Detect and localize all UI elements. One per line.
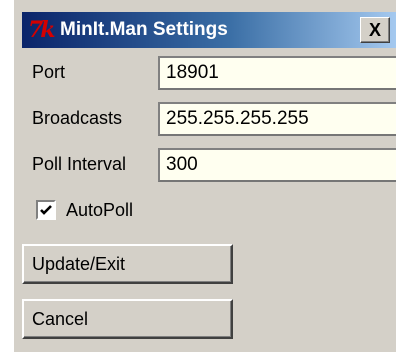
update-exit-button[interactable]: Update/Exit: [22, 244, 233, 284]
autopoll-label: AutoPoll: [66, 200, 134, 220]
autopoll-checkbox[interactable]: [36, 200, 56, 220]
broadcasts-input[interactable]: [158, 102, 396, 136]
broadcasts-label: Broadcasts: [32, 108, 123, 128]
settings-dialog: 7k MinIt.Man Settings X Port Broadcasts …: [12, 0, 396, 352]
cancel-button[interactable]: Cancel: [22, 299, 233, 339]
port-input[interactable]: [158, 56, 396, 90]
title-bar[interactable]: 7k MinIt.Man Settings X: [22, 12, 396, 48]
close-button[interactable]: X: [360, 17, 390, 43]
port-label: Port: [32, 62, 66, 82]
window-title: MinIt.Man Settings: [60, 19, 228, 40]
poll-interval-input[interactable]: [158, 148, 396, 182]
checkmark-icon: [40, 205, 52, 215]
tk-logo-icon: 7k: [28, 17, 56, 43]
close-icon: X: [368, 20, 381, 40]
poll-interval-label: Poll Interval: [32, 154, 127, 174]
